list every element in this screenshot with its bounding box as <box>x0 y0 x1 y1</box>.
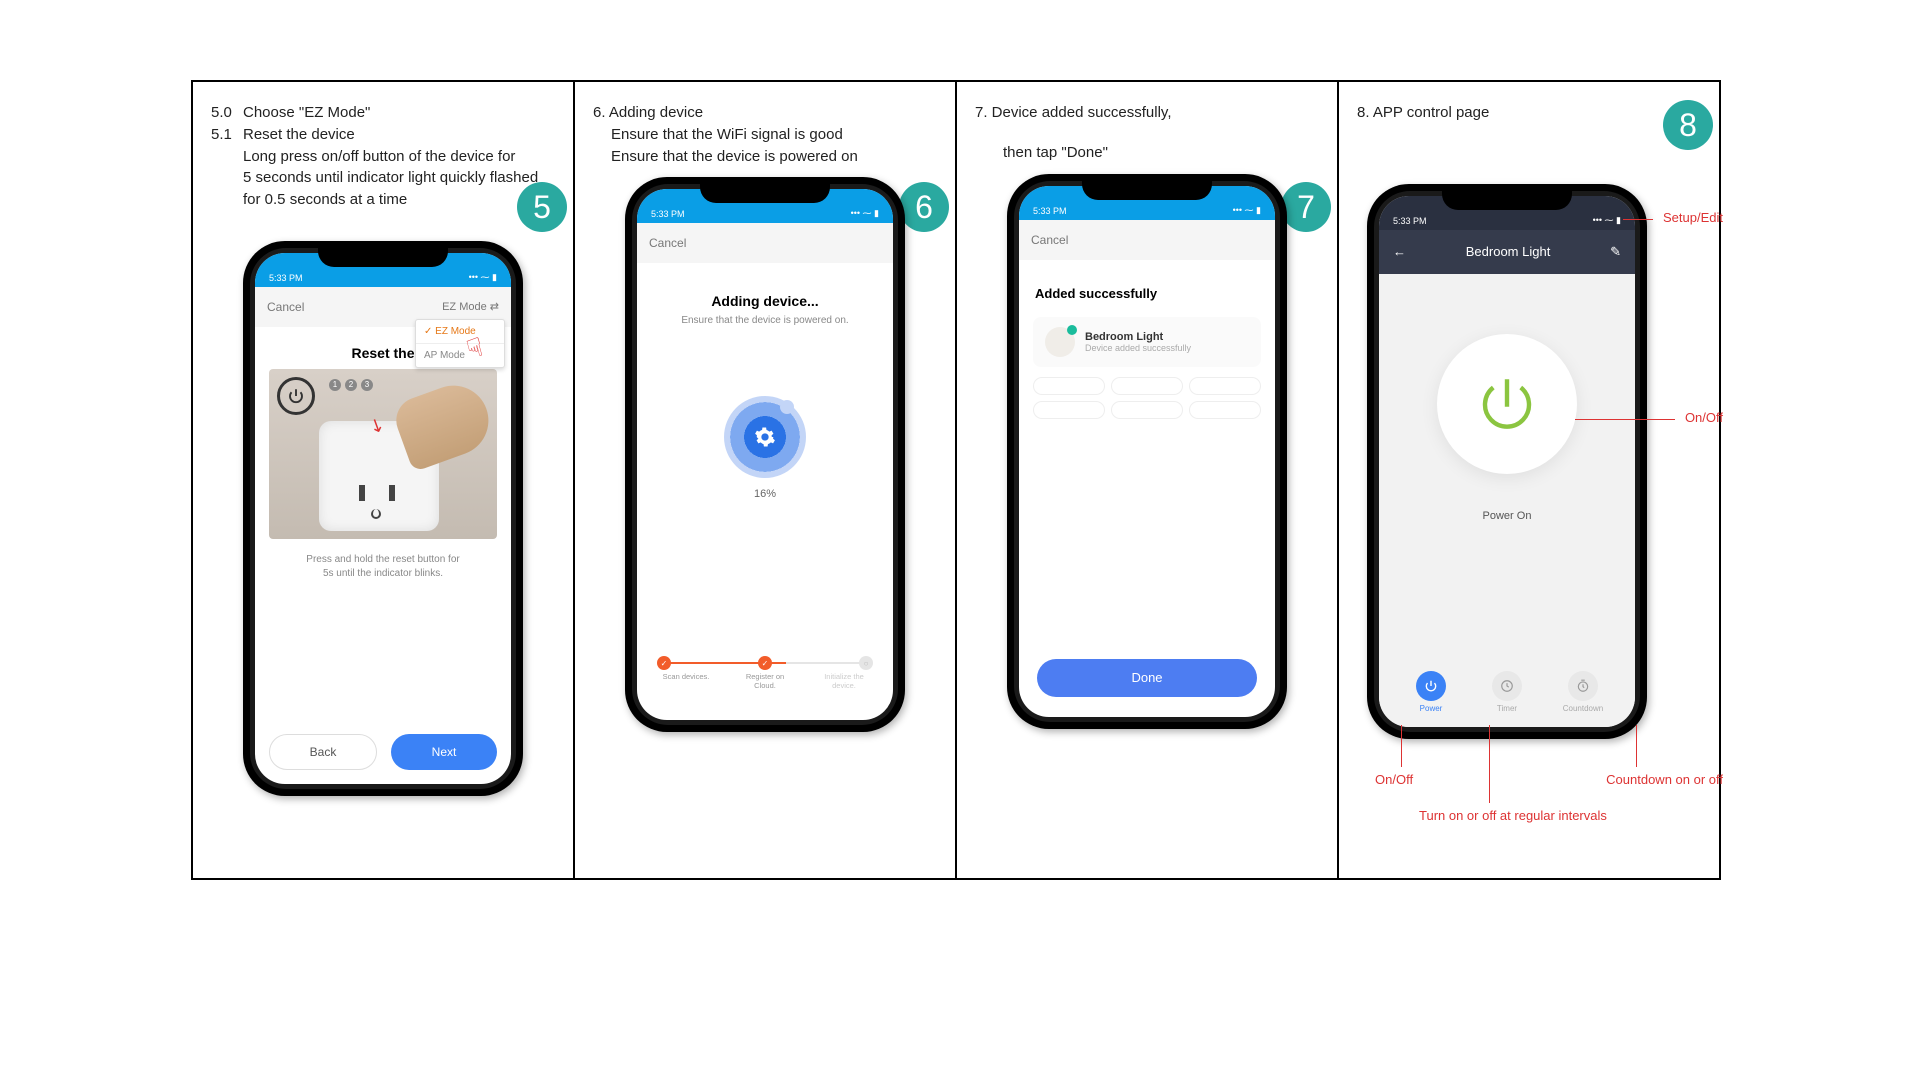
reset-device-image: 123 ↘ <box>269 369 497 539</box>
gear-icon <box>754 426 776 448</box>
mode-selector[interactable]: EZ Mode ⇄ <box>442 300 499 313</box>
rail-scan: Scan devices. <box>661 672 711 690</box>
control-title: Bedroom Light <box>1406 244 1610 259</box>
control-header: ← Bedroom Light ✎ <box>1379 230 1635 274</box>
step7-title: 7. Device added successfully, <box>975 102 1319 124</box>
mode-option-ez[interactable]: ✓ EZ Mode <box>416 320 504 344</box>
panel-7: 7. Device added successfully, then tap "… <box>955 82 1337 878</box>
step6-l3: Ensure that the device is powered on <box>611 146 937 168</box>
done-button[interactable]: Done <box>1037 659 1257 697</box>
back-button[interactable]: Back <box>269 734 377 770</box>
step7-l2: then tap "Done" <box>1003 142 1319 164</box>
next-button[interactable]: Next <box>391 734 497 770</box>
step8-text: 8. APP control page <box>1357 102 1701 124</box>
back-icon[interactable]: ← <box>1393 244 1406 259</box>
step6-title: 6. Adding device <box>593 102 937 124</box>
screen-6: 5:33 PM ••• ⁓ ▮ Cancel Adding device... E… <box>637 189 893 720</box>
step-dots: 123 <box>329 379 373 391</box>
status-time: 5:33 PM <box>1393 216 1427 226</box>
step6-text: 6. Adding device Ensure that the WiFi si… <box>593 102 937 167</box>
step5-0-text: Choose "EZ Mode" <box>243 102 370 124</box>
adding-subtitle: Ensure that the device is powered on. <box>651 315 879 326</box>
navbar: Cancel <box>637 223 893 263</box>
mode-dropdown[interactable]: ✓ EZ Mode AP Mode <box>415 319 505 368</box>
status-time: 5:33 PM <box>651 209 685 219</box>
step-badge-5: 5 <box>517 182 567 232</box>
screen-5: 5:33 PM ••• ⁓ ▮ Cancel EZ Mode ⇄ ✓ EZ Mod… <box>255 253 511 784</box>
step5-desc1: Long press on/off button of the device f… <box>243 146 555 168</box>
phone-6: 5:33 PM ••• ⁓ ▮ Cancel Adding device... E… <box>625 177 905 732</box>
device-name: Bedroom Light <box>1085 331 1191 343</box>
step-badge-6: 6 <box>899 182 949 232</box>
step5-desc2: 5 seconds until indicator light quickly … <box>243 167 555 189</box>
navbar: Cancel <box>1019 220 1275 260</box>
step5-1-num: 5.1 <box>211 124 243 146</box>
reset-caption: Press and hold the reset button for5s un… <box>269 553 497 581</box>
instruction-page: 5.0Choose "EZ Mode" 5.1Reset the device … <box>191 80 1721 880</box>
status-icons: ••• ⁓ ▮ <box>469 272 497 283</box>
power-icon <box>1424 679 1438 693</box>
panel-8: 8. APP control page 8 5:33 PM ••• ⁓ ▮ ← B… <box>1337 82 1721 878</box>
callout-edit: Setup/Edit <box>1663 210 1723 225</box>
callout-timer: Turn on or off at regular intervals <box>1419 808 1607 823</box>
screen-8: 5:33 PM ••• ⁓ ▮ ← Bedroom Light ✎ Power O… <box>1379 196 1635 727</box>
device-card[interactable]: Bedroom Light Device added successfully <box>1033 317 1261 367</box>
step-badge-7: 7 <box>1281 182 1331 232</box>
step7-text: 7. Device added successfully, then tap "… <box>975 102 1319 164</box>
screen-7: 5:33 PM ••• ⁓ ▮ Cancel Added successfully… <box>1019 186 1275 717</box>
status-icons: ••• ⁓ ▮ <box>1233 205 1261 216</box>
progress-percent: 16% <box>651 488 879 500</box>
tab-power[interactable]: Power <box>1401 671 1461 713</box>
power-icon-overlay <box>277 377 315 415</box>
step5-desc3: for 0.5 seconds at a time <box>243 189 555 211</box>
cancel-button[interactable]: Cancel <box>1031 233 1068 247</box>
success-title: Added successfully <box>1035 286 1259 301</box>
status-icons: ••• ⁓ ▮ <box>851 208 879 219</box>
clock-icon <box>1500 679 1514 693</box>
phone-8: 5:33 PM ••• ⁓ ▮ ← Bedroom Light ✎ Power O… <box>1367 184 1647 739</box>
callout-countdown: Countdown on or off <box>1606 772 1723 787</box>
rail-init: Initialize the device. <box>819 672 869 690</box>
adding-title: Adding device... <box>651 293 879 309</box>
control-tabs: Power Timer Countdown <box>1379 671 1635 713</box>
cancel-button[interactable]: Cancel <box>267 300 304 314</box>
step8-title: 8. APP control page <box>1357 102 1701 124</box>
power-icon <box>1474 371 1540 437</box>
device-icon <box>1045 327 1075 357</box>
callout-onoff-big: On/Off <box>1685 410 1723 425</box>
progress-spinner <box>724 396 806 478</box>
callout-onoff: On/Off <box>1375 772 1413 787</box>
step5-text: 5.0Choose "EZ Mode" 5.1Reset the device … <box>211 102 555 211</box>
room-slots <box>1033 377 1261 419</box>
device-status: Device added successfully <box>1085 343 1191 353</box>
progress-rail: ✓✓○ Scan devices. Register on Cloud. Ini… <box>661 662 869 690</box>
power-toggle-button[interactable] <box>1437 334 1577 474</box>
step6-l2: Ensure that the WiFi signal is good <box>611 124 937 146</box>
rail-register: Register on Cloud. <box>740 672 790 690</box>
cancel-button[interactable]: Cancel <box>649 236 686 250</box>
countdown-icon <box>1576 679 1590 693</box>
panel-6: 6. Adding device Ensure that the WiFi si… <box>573 82 955 878</box>
step-badge-8: 8 <box>1663 100 1713 150</box>
tab-timer[interactable]: Timer <box>1477 671 1537 713</box>
edit-icon[interactable]: ✎ <box>1610 244 1621 260</box>
panel-5: 5.0Choose "EZ Mode" 5.1Reset the device … <box>191 82 573 878</box>
status-time: 5:33 PM <box>269 273 303 283</box>
step5-1-text: Reset the device <box>243 124 355 146</box>
status-icons: ••• ⁓ ▮ <box>1593 215 1621 226</box>
status-time: 5:33 PM <box>1033 206 1067 216</box>
step5-0-num: 5.0 <box>211 102 243 124</box>
power-state-label: Power On <box>1379 510 1635 522</box>
mode-option-ap[interactable]: AP Mode <box>416 344 504 367</box>
phone-5: 5:33 PM ••• ⁓ ▮ Cancel EZ Mode ⇄ ✓ EZ Mod… <box>243 241 523 796</box>
tab-countdown[interactable]: Countdown <box>1553 671 1613 713</box>
phone-7: 5:33 PM ••• ⁓ ▮ Cancel Added successfully… <box>1007 174 1287 729</box>
